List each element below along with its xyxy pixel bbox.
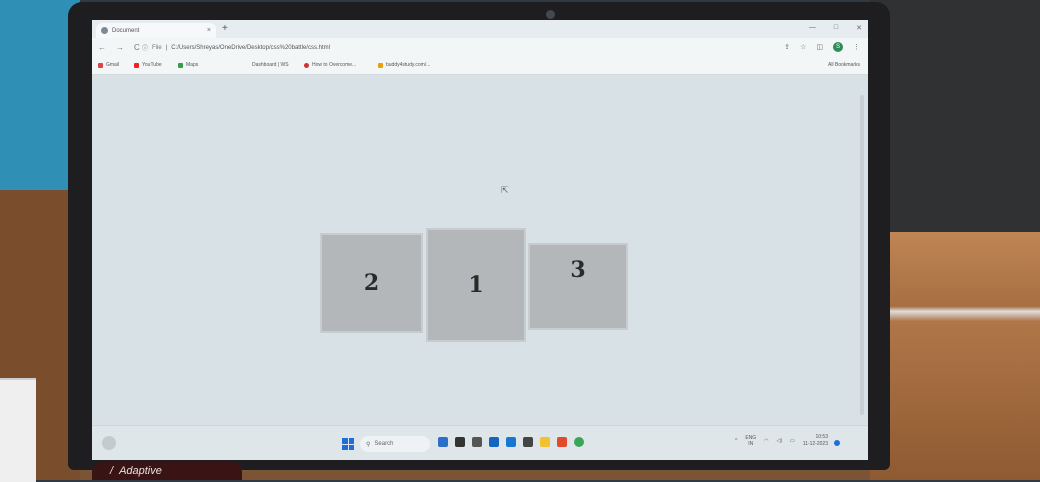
clock-time: 10:53: [815, 434, 828, 440]
bookmark-gmail[interactable]: Gmail: [98, 62, 119, 68]
podium-box-second: 2: [320, 233, 423, 333]
sidepanel-icon[interactable]: ◫: [816, 43, 823, 51]
windows-taskbar: ⚲ Search ^ ENG IN ◠ ◁) ▭ 10:53 11-12-202…: [92, 425, 868, 460]
browser-toolbar: ⇪ ☆ ◫ S ⋮: [784, 42, 860, 52]
bookmark-label: YouTube: [142, 62, 162, 68]
bookmark-label: Maps: [186, 62, 199, 68]
language-indicator[interactable]: ENG IN: [745, 435, 756, 447]
menu-icon[interactable]: ⋮: [853, 43, 860, 51]
chrome-icon[interactable]: [574, 437, 584, 447]
all-bookmarks-button[interactable]: All Bookmarks: [828, 62, 860, 68]
tab-close-icon[interactable]: ×: [207, 27, 211, 34]
mouse-cursor-icon: ⇱: [501, 185, 509, 195]
page-content: ⇱ 2 1 3: [92, 75, 868, 425]
box-label: 3: [570, 257, 586, 283]
url-field[interactable]: ⓘ File | C:/Users/Shreyas/OneDrive/Deskt…: [142, 43, 330, 53]
browser-address-bar: ← → C ⓘ File | C:/Users/Shreyas/OneDrive…: [92, 38, 868, 58]
tab-favicon-icon: [101, 27, 108, 34]
bookmark-maps[interactable]: Maps: [178, 62, 198, 68]
start-button[interactable]: [342, 438, 354, 450]
laptop-brand-badge: / Adaptive: [92, 462, 242, 480]
maps-icon: [178, 62, 183, 68]
start-icon-tile: [342, 444, 348, 450]
taskbar-apps: [438, 437, 584, 447]
youtube-icon: [134, 62, 139, 68]
background-bench: [870, 232, 1040, 480]
file-icon[interactable]: [472, 437, 482, 447]
bookmark-youtube[interactable]: YouTube: [134, 62, 162, 68]
background-person: [870, 0, 1040, 235]
brand-text: Adaptive: [119, 465, 162, 477]
chat-icon[interactable]: [489, 437, 499, 447]
url-scheme-label: File: [152, 44, 162, 51]
bookmark-dashboard[interactable]: Dashboard | WS: [252, 62, 289, 68]
page-scrollbar[interactable]: [860, 95, 864, 415]
share-icon[interactable]: ⇪: [784, 43, 790, 51]
star-icon[interactable]: ☆: [800, 43, 806, 51]
browser-tabbar: Document × + — □ ✕: [92, 20, 868, 38]
info-icon: ⓘ: [142, 46, 149, 52]
search-placeholder: Search: [374, 441, 394, 447]
webcam: [546, 10, 555, 19]
podium-box-third: 3: [528, 243, 628, 330]
forward-button[interactable]: →: [116, 43, 124, 52]
url-text: C:/Users/Shreyas/OneDrive/Desktop/css%20…: [171, 44, 330, 51]
new-tab-button[interactable]: +: [222, 23, 228, 35]
vscode-icon[interactable]: [506, 437, 516, 447]
bookmark-buddy4study[interactable]: buddy4study.com/...: [378, 62, 430, 68]
bookmark-label: buddy4study.com/...: [386, 62, 431, 68]
clock-date: 11-12-2023: [802, 441, 828, 447]
minimize-button[interactable]: —: [809, 24, 816, 32]
bookmark-label: Dashboard | WS: [252, 62, 289, 68]
taskbar-search[interactable]: ⚲ Search: [360, 436, 430, 452]
volume-icon[interactable]: ◁): [777, 438, 783, 444]
browser-tab[interactable]: Document ×: [96, 23, 216, 38]
podium-box-first: 1: [426, 228, 526, 342]
clock[interactable]: 10:53 11-12-2023: [803, 434, 828, 448]
bookmark-label: Gmail: [106, 62, 120, 68]
task-view-icon[interactable]: [455, 437, 465, 447]
wifi-icon[interactable]: ◠: [764, 438, 768, 444]
background-papers: [0, 378, 36, 482]
tray-chevron-icon[interactable]: ^: [735, 438, 737, 444]
back-button[interactable]: ←: [98, 43, 106, 52]
close-button[interactable]: ✕: [856, 24, 862, 32]
widgets-icon[interactable]: [102, 436, 116, 450]
box-label: 1: [468, 272, 484, 298]
search-icon: ⚲: [366, 441, 371, 448]
settings-icon[interactable]: [523, 437, 533, 447]
battery-icon[interactable]: ▭: [790, 438, 795, 444]
brave-icon[interactable]: [557, 437, 567, 447]
laptop-screen: Document × + — □ ✕ ← → C ⓘ File | C:/Use…: [92, 20, 868, 460]
window-controls: — □ ✕: [809, 24, 862, 32]
box-label: 2: [363, 270, 380, 296]
reload-button[interactable]: C: [134, 43, 140, 52]
url-separator: |: [165, 44, 168, 51]
gmail-icon: [98, 62, 103, 68]
bookmark-how-to-overcome[interactable]: How to Overcome...: [304, 62, 356, 68]
notification-icon[interactable]: [834, 440, 840, 446]
bookmark-site-icon: [378, 62, 383, 68]
start-icon-tile: [342, 438, 348, 444]
system-tray: ^ ENG IN ◠ ◁) ▭ 10:53 11-12-2023: [735, 434, 828, 448]
copilot-icon[interactable]: [438, 437, 448, 447]
tab-title: Document: [112, 27, 140, 34]
start-icon-tile: [348, 444, 354, 450]
bookmark-site-icon: [304, 62, 309, 68]
profile-avatar[interactable]: S: [833, 42, 843, 52]
bookmark-label: How to Overcome...: [312, 62, 357, 68]
file-explorer-icon[interactable]: [540, 437, 550, 447]
start-icon-tile: [348, 438, 354, 444]
lang-region: IN: [748, 441, 754, 447]
brand-slash: /: [110, 465, 114, 477]
nav-buttons: ← → C: [98, 43, 140, 52]
bookmarks-bar: Gmail YouTube Maps Dashboard | WS How to…: [92, 58, 868, 75]
maximize-button[interactable]: □: [834, 24, 838, 32]
